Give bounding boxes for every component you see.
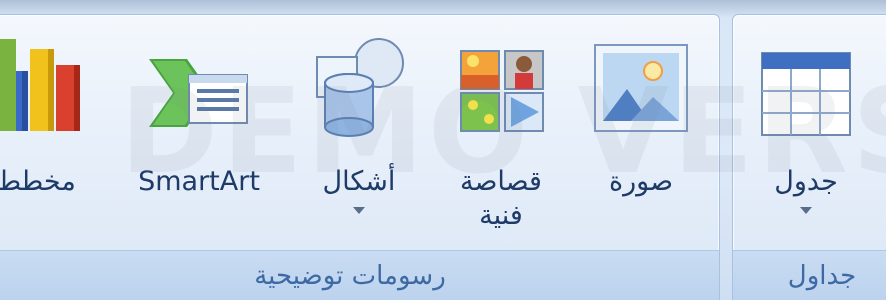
clipart-label-line2: فنية <box>479 200 523 231</box>
clipart-label: قصاصة <box>460 166 542 197</box>
picture-icon <box>591 31 691 141</box>
table-dropdown-arrow[interactable] <box>800 207 812 214</box>
shapes-icon <box>309 31 409 141</box>
illustrations-group: مخطط SmartArt أشكال قصاصة فنية صورة رسوم… <box>0 14 720 300</box>
smartart-icon <box>149 31 249 141</box>
chart-label: مخطط <box>0 166 76 197</box>
tables-group: جدول جداول <box>732 14 886 300</box>
table-icon <box>756 31 856 141</box>
table-button[interactable]: جدول <box>751 21 861 247</box>
clipart-button[interactable]: قصاصة فنية <box>436 21 566 247</box>
ribbon: مخطط SmartArt أشكال قصاصة فنية صورة رسوم… <box>0 0 886 300</box>
smartart-label: SmartArt <box>138 166 260 197</box>
illustrations-group-label: رسومات توضيحية <box>0 250 719 300</box>
shapes-button[interactable]: أشكال <box>299 21 419 247</box>
chart-icon <box>0 31 86 141</box>
smartart-button[interactable]: SmartArt <box>129 21 269 247</box>
table-label: جدول <box>774 166 838 197</box>
shapes-dropdown-arrow[interactable] <box>353 207 365 214</box>
picture-label: صورة <box>608 166 674 197</box>
shapes-label: أشكال <box>322 166 396 197</box>
tables-group-label: جداول <box>733 250 886 300</box>
chart-button[interactable]: مخطط <box>0 21 101 247</box>
picture-button[interactable]: صورة <box>581 21 701 247</box>
clipart-icon <box>451 31 551 141</box>
